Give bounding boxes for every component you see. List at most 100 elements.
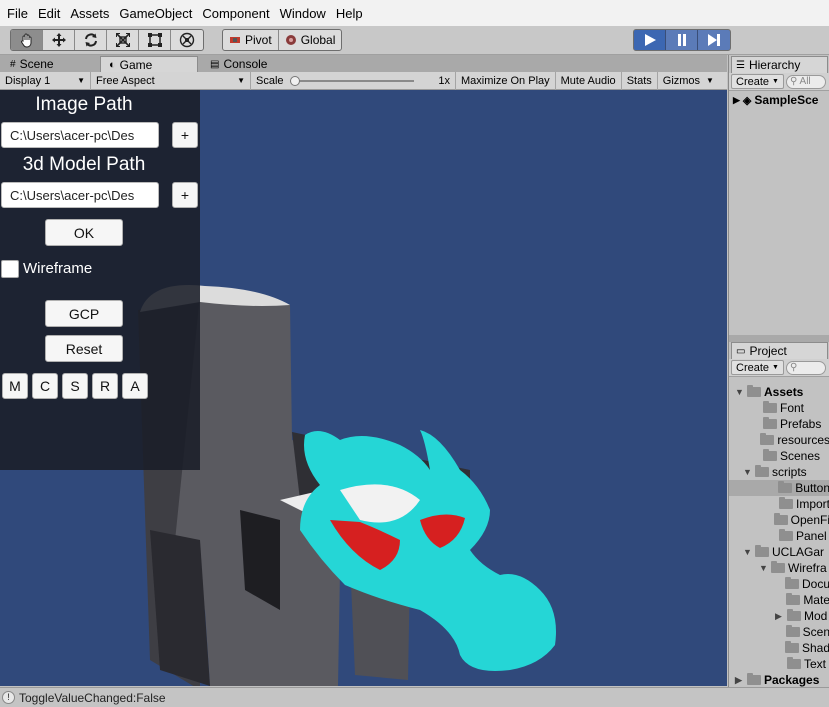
tab-console[interactable]: ▤ Console (202, 56, 275, 72)
hierarchy-scene-row[interactable]: ▶ ◈ SampleSce (733, 92, 818, 108)
gizmos-dropdown[interactable]: Gizmos ▼ (658, 72, 719, 90)
project-tree-item[interactable]: Shad (729, 640, 829, 656)
project-tree-item[interactable]: Mate (729, 592, 829, 608)
menu-file[interactable]: File (2, 6, 33, 21)
mute-audio-toggle[interactable]: Mute Audio (556, 71, 622, 90)
tab-game-label: Game (119, 57, 153, 72)
folder-icon (785, 625, 800, 637)
gcp-button[interactable]: GCP (45, 300, 123, 327)
project-tree-item[interactable]: Import (729, 496, 829, 512)
add-image-path-button[interactable]: + (172, 122, 198, 148)
wireframe-checkbox[interactable] (1, 260, 19, 278)
project-tree-item[interactable]: Scen (729, 624, 829, 640)
project-tree-item[interactable]: Button (729, 480, 829, 496)
maximize-on-play-toggle[interactable]: Maximize On Play (456, 71, 556, 90)
step-button[interactable] (698, 30, 730, 50)
project-item-label: Wirefra (788, 561, 827, 575)
menu-assets[interactable]: Assets (65, 6, 114, 21)
pivot-group: Pivot Global (222, 29, 343, 51)
folder-icon (763, 417, 777, 429)
stats-toggle[interactable]: Stats (622, 71, 658, 90)
rotate-tool-button[interactable] (75, 30, 107, 50)
project-tree-item[interactable]: ▶ Mod (729, 608, 829, 624)
mode-r-button[interactable]: R (92, 373, 118, 399)
chevron-down-icon: ▼ (77, 76, 85, 85)
project-item-label: Packages (764, 673, 820, 687)
display-dropdown[interactable]: Display 1 ▼ (0, 71, 91, 90)
move-tool-button[interactable] (43, 30, 75, 50)
pivot-toggle[interactable]: Pivot (223, 30, 279, 50)
menu-window[interactable]: Window (275, 6, 331, 21)
menu-help[interactable]: Help (331, 6, 368, 21)
hand-tool-button[interactable] (11, 30, 43, 50)
tab-hierarchy[interactable]: ☰ Hierarchy (731, 56, 828, 73)
project-create-dropdown[interactable]: Create ▼ (731, 360, 784, 375)
mode-c-button[interactable]: C (32, 373, 58, 399)
menu-edit[interactable]: Edit (33, 6, 65, 21)
project-tree-item[interactable]: Scenes (729, 448, 829, 464)
transform-tool-button[interactable] (171, 30, 203, 50)
model-path-input[interactable]: C:\Users\acer-pc\Des (1, 182, 159, 208)
scale-tool-button[interactable] (107, 30, 139, 50)
global-toggle[interactable]: Global (279, 30, 342, 50)
project-tree-item[interactable]: ▶ Packages (729, 672, 829, 688)
tab-scene[interactable]: # Scene (2, 56, 62, 72)
project-tree-item[interactable]: OpenFi (729, 512, 829, 528)
project-tree-item[interactable]: Text (729, 656, 829, 672)
hierarchy-search-input[interactable]: ⚲ All (785, 74, 826, 89)
hierarchy-create-dropdown[interactable]: Create ▼ (731, 74, 784, 89)
scale-slider[interactable] (289, 75, 414, 86)
game-viewport[interactable]: Image Path C:\Users\acer-pc\Des + 3d Mod… (0, 90, 727, 686)
menu-component[interactable]: Component (197, 6, 274, 21)
project-item-label: Mate (803, 593, 829, 607)
reset-button[interactable]: Reset (45, 335, 123, 362)
tab-project[interactable]: ▭ Project (731, 342, 828, 359)
folder-icon (747, 385, 761, 397)
console-icon: ▤ (210, 58, 220, 70)
expand-arrow-icon[interactable]: ▼ (743, 467, 752, 477)
scale-slider-track (289, 79, 414, 82)
project-tree-item[interactable]: ▼ Wirefra (729, 560, 829, 576)
chevron-down-icon: ▼ (237, 76, 245, 85)
chevron-down-icon: ▼ (772, 364, 779, 371)
project-tree-item[interactable]: Panel (729, 528, 829, 544)
project-item-label: Scen (802, 625, 829, 639)
mode-m-button[interactable]: M (2, 373, 28, 399)
search-icon: ⚲ (789, 361, 798, 373)
folder-icon (773, 513, 788, 525)
mute-label: Mute Audio (560, 74, 616, 87)
panel-divider[interactable] (729, 335, 829, 342)
image-path-input[interactable]: C:\Users\acer-pc\Des (1, 122, 159, 148)
project-tree-item[interactable]: Font (729, 400, 829, 416)
expand-arrow-icon[interactable]: ▼ (735, 387, 744, 397)
status-bar: ! ToggleValueChanged:False (0, 687, 829, 707)
aspect-dropdown[interactable]: Free Aspect ▼ (91, 71, 251, 90)
project-tree-item[interactable]: resources (729, 432, 829, 448)
add-model-path-button[interactable]: + (172, 182, 198, 208)
play-controls (633, 29, 731, 51)
project-search-input[interactable]: ⚲ (785, 360, 826, 375)
expand-arrow-icon[interactable]: ▼ (743, 547, 752, 557)
expand-arrow-icon[interactable]: ▶ (775, 611, 784, 622)
tab-game[interactable]: ◐ Game (100, 56, 198, 72)
project-tree-item[interactable]: Docu (729, 576, 829, 592)
pause-button[interactable] (666, 30, 698, 50)
ok-button[interactable]: OK (45, 219, 123, 246)
expand-arrow-icon[interactable]: ▼ (759, 563, 768, 573)
rect-tool-button[interactable] (139, 30, 171, 50)
project-tree-item[interactable]: ▼ Assets (729, 384, 829, 400)
project-tree-item[interactable]: ▼ scripts (729, 464, 829, 480)
play-button[interactable] (634, 30, 666, 50)
menu-gameobject[interactable]: GameObject (114, 6, 197, 21)
scale-slider-thumb[interactable] (289, 75, 300, 86)
folder-icon (747, 673, 761, 685)
project-tree-item[interactable]: Prefabs (729, 416, 829, 432)
tab-project-label: Project (749, 344, 787, 358)
global-icon (285, 35, 296, 45)
expand-arrow-icon[interactable]: ▶ (735, 675, 744, 686)
project-tree-item[interactable]: ▼ UCLAGar (729, 544, 829, 560)
mode-s-button[interactable]: S (62, 373, 88, 399)
mode-a-button[interactable]: A (122, 373, 148, 399)
scale-value: 1x (438, 74, 450, 87)
tab-scene-label: Scene (19, 57, 54, 71)
